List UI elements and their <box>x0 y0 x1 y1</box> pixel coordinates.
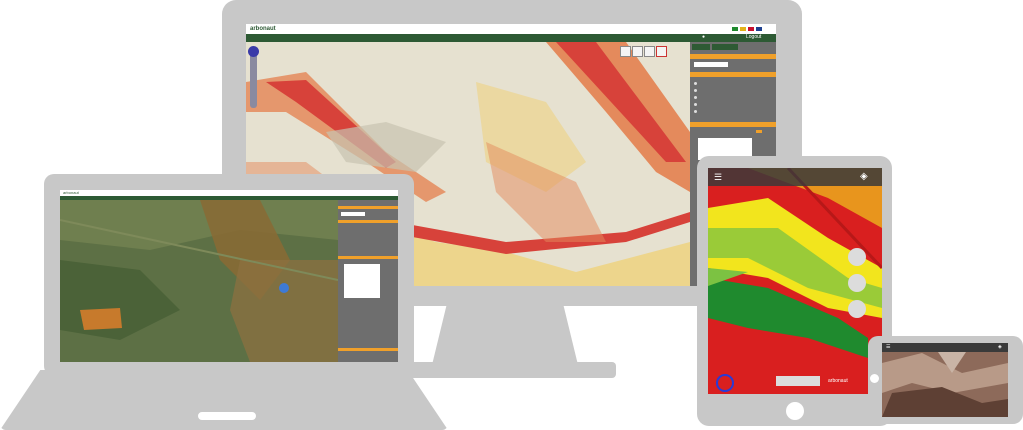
panel-section-header[interactable] <box>338 348 398 351</box>
panel-section-header[interactable] <box>338 220 398 223</box>
compass-button[interactable] <box>848 274 866 292</box>
side-panel <box>338 200 398 362</box>
panel-section-header[interactable] <box>338 206 398 209</box>
radio-option[interactable] <box>694 96 697 99</box>
app-toolbar: ● Logout <box>246 34 776 42</box>
satellite-map[interactable] <box>60 200 338 362</box>
radio-option[interactable] <box>694 89 697 92</box>
pan-control-icon[interactable] <box>248 46 259 57</box>
flag-icon[interactable] <box>756 27 762 31</box>
panel-section-header[interactable] <box>690 72 776 77</box>
logout-link[interactable]: Logout <box>746 35 761 40</box>
app-header: arbonaut <box>246 24 776 34</box>
panel-section-header[interactable] <box>690 122 776 127</box>
locate-button[interactable] <box>848 248 866 266</box>
navigation-icon[interactable] <box>716 374 734 392</box>
clear-button[interactable] <box>656 46 667 57</box>
toggle-icon[interactable] <box>756 130 762 133</box>
flag-icon[interactable] <box>732 27 738 31</box>
laptop-base <box>0 370 448 430</box>
phone-home-button[interactable] <box>870 374 879 383</box>
tablet-screen: ☰ ◈ arbonaut <box>708 168 882 394</box>
location-marker-icon <box>279 283 289 293</box>
tablet-top-bar <box>708 168 882 186</box>
zoom-controls[interactable] <box>776 376 820 386</box>
brand-logo: arbonaut <box>250 26 276 32</box>
relief-map[interactable] <box>882 343 1008 417</box>
layer-select[interactable] <box>341 212 365 216</box>
panel-tab[interactable] <box>712 44 738 50</box>
menu-icon[interactable]: ☰ <box>886 345 890 350</box>
info-button[interactable] <box>644 46 655 57</box>
layer-select[interactable] <box>694 62 728 67</box>
radio-option[interactable] <box>694 82 697 85</box>
radio-option[interactable] <box>694 110 697 113</box>
user-label[interactable]: ● <box>702 35 705 40</box>
layers-icon[interactable]: ◈ <box>998 345 1002 350</box>
panel-section-header[interactable] <box>338 256 398 259</box>
zoom-slider[interactable] <box>250 48 257 108</box>
laptop-trackpad-notch <box>198 412 256 420</box>
layers-icon[interactable]: ◈ <box>860 172 868 182</box>
flag-icon[interactable] <box>740 27 746 31</box>
print-button[interactable] <box>632 46 643 57</box>
legend-box <box>344 264 380 298</box>
laptop-screen: arbonaut <box>60 190 398 362</box>
radio-option[interactable] <box>694 103 697 106</box>
hamburger-icon[interactable]: ☰ <box>714 173 722 182</box>
panel-section-header[interactable] <box>690 54 776 59</box>
brand-logo: arbonaut <box>63 190 79 195</box>
zoom-location-button[interactable] <box>848 300 866 318</box>
panel-tab[interactable] <box>692 44 710 50</box>
zoom-extent-button[interactable] <box>620 46 631 57</box>
tablet-home-button[interactable] <box>786 402 804 420</box>
phone-screen: ☰ ◈ <box>882 343 1008 417</box>
phone-top-bar: ☰ ◈ <box>882 343 1008 352</box>
monitor-stand-neck <box>432 305 578 365</box>
flag-icon[interactable] <box>748 27 754 31</box>
footer-brand: arbonaut <box>828 378 848 384</box>
monitor-stand-base <box>396 362 616 378</box>
